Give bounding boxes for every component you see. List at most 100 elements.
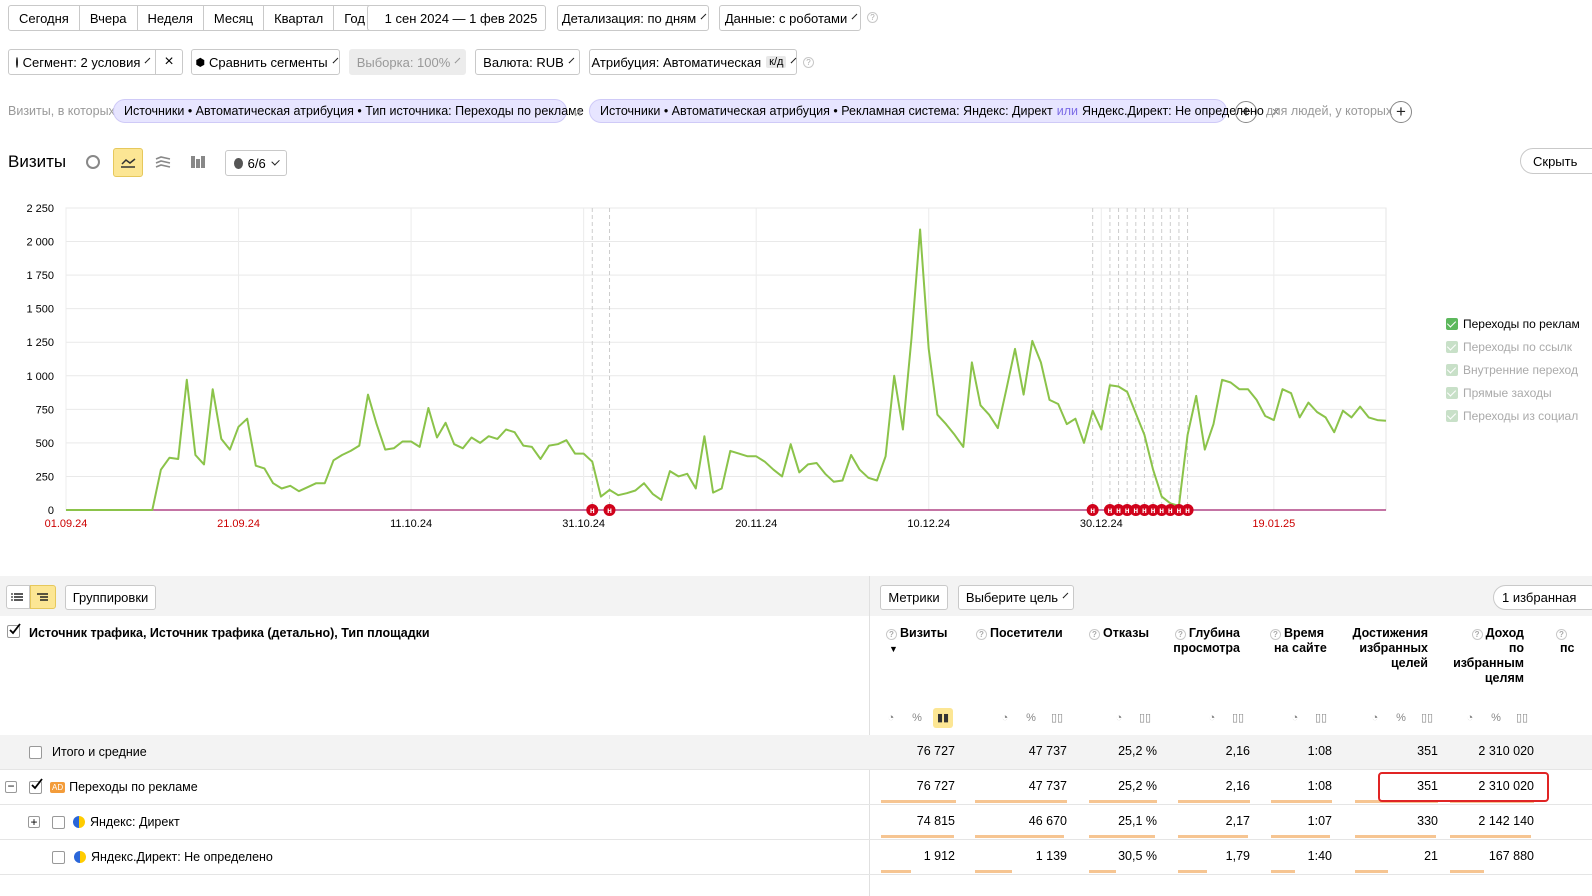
dimension-header[interactable]: Источник трафика, Источник трафика (дета… xyxy=(29,626,430,640)
bars-icon[interactable]: ▯▯ xyxy=(1512,708,1532,728)
favorites-button[interactable]: 1 избранная xyxy=(1493,585,1592,610)
period-quarter-button[interactable]: Квартал xyxy=(263,5,335,31)
cell-revenue: 2 310 020 xyxy=(1478,744,1534,758)
collapse-icon[interactable]: − xyxy=(5,780,17,793)
bars-icon[interactable]: ▯▯ xyxy=(1417,708,1437,728)
help-icon: ? xyxy=(1089,629,1100,640)
x-tick-label: 10.12.24 xyxy=(907,518,950,530)
legend-checkbox[interactable] xyxy=(1446,318,1458,330)
attribution-dropdown[interactable]: Атрибуция: Автоматическая к/д xyxy=(589,49,797,75)
row-checkbox[interactable] xyxy=(29,777,43,794)
legend-item[interactable]: Переходы из социал xyxy=(1446,409,1578,423)
row-checkbox[interactable] xyxy=(52,850,65,864)
legend-item[interactable]: Внутренние переход xyxy=(1446,363,1578,377)
y-tick-label: 750 xyxy=(36,404,54,416)
cell-bounce: 25,2 % xyxy=(1118,744,1157,758)
bars-icon[interactable]: ▯▯ xyxy=(1228,708,1248,728)
date-range-button[interactable]: 1 сен 2024 — 1 фев 2025 xyxy=(367,5,546,31)
y-tick-label: 1 500 xyxy=(26,304,54,316)
bars-icon[interactable]: ▯▯ xyxy=(1311,708,1331,728)
pie-icon[interactable]: ◔ xyxy=(995,708,1015,728)
y-tick-label: 500 xyxy=(36,438,54,450)
cell-goals: 351 xyxy=(1417,744,1438,758)
cell-bar xyxy=(975,835,1064,838)
hide-chart-button[interactable]: Скрыть xyxy=(1520,148,1592,174)
help-icon[interactable]: ? xyxy=(803,57,814,68)
col-visits-header[interactable]: ? Визиты ▼ xyxy=(886,626,958,657)
line-chart-button[interactable] xyxy=(113,148,143,177)
legend-item[interactable]: Прямые заходы xyxy=(1446,386,1552,400)
cell-bounce: 25,1 % xyxy=(1118,814,1157,828)
col-bounce-header[interactable]: ? Отказы xyxy=(1089,626,1159,641)
percent-icon[interactable]: % xyxy=(907,708,927,728)
metrics-button[interactable]: Метрики xyxy=(880,585,948,610)
cell-time: 1:07 xyxy=(1307,814,1332,828)
bars-icon[interactable]: ▯▯ xyxy=(1135,708,1155,728)
period-week-button[interactable]: Неделя xyxy=(136,5,204,31)
legend-checkbox[interactable] xyxy=(1446,387,1458,399)
expand-icon[interactable]: + xyxy=(28,816,40,828)
pie-icon[interactable]: ◔ xyxy=(1202,708,1222,728)
filter-chip-source-type[interactable]: Источники • Автоматическая атрибуция • Т… xyxy=(113,99,599,123)
bar-chart-icon[interactable] xyxy=(190,154,206,170)
row-checkbox[interactable] xyxy=(29,745,42,759)
percent-icon[interactable]: % xyxy=(1391,708,1411,728)
highlight-box xyxy=(1378,772,1549,802)
pie-chart-icon[interactable] xyxy=(86,155,100,169)
segment-dropdown[interactable]: Сегмент: 2 условия xyxy=(8,49,156,75)
cell-visitors: 47 737 xyxy=(1028,744,1067,758)
pie-icon[interactable]: ◔ xyxy=(1109,708,1129,728)
cell-depth: 2,16 xyxy=(1225,779,1250,793)
cell-depth: 2,16 xyxy=(1225,744,1250,758)
col-depth-header[interactable]: ? Глубина просмотра xyxy=(1170,626,1240,656)
col-time-header[interactable]: ? Время на сайте xyxy=(1270,626,1330,656)
filter-chip-label: Источники • Автоматическая атрибуция • Т… xyxy=(124,104,584,118)
period-yesterday-button[interactable]: Вчера xyxy=(78,5,138,31)
area-chart-icon[interactable] xyxy=(155,154,171,170)
legend-checkbox[interactable] xyxy=(1446,410,1458,422)
period-today-button[interactable]: Сегодня xyxy=(8,5,80,31)
legend-checkbox[interactable] xyxy=(1446,364,1458,376)
segment-clear-button[interactable]: × xyxy=(155,49,183,75)
cell-bar xyxy=(1355,870,1388,873)
chevron-down-icon xyxy=(851,13,858,19)
legend-item[interactable]: Переходы по ссылк xyxy=(1446,340,1572,354)
help-icon: ? xyxy=(1270,629,1281,640)
pie-icon[interactable]: ◔ xyxy=(1460,708,1480,728)
row-checkbox[interactable] xyxy=(52,815,65,829)
currency-dropdown[interactable]: Валюта: RUB xyxy=(475,49,580,75)
annotation-marker-label: н xyxy=(607,506,612,515)
filter-chip-ad-system[interactable]: Источники • Автоматическая атрибуция • Р… xyxy=(589,99,1279,123)
detail-dropdown[interactable]: Детализация: по дням xyxy=(557,5,709,31)
pie-icon[interactable]: ◔ xyxy=(1285,708,1305,728)
period-month-button[interactable]: Месяц xyxy=(202,5,265,31)
col-visitors-header[interactable]: ? Посетители xyxy=(976,626,1066,641)
data-mode-dropdown[interactable]: Данные: с роботами xyxy=(719,5,861,31)
annotation-marker-label: н xyxy=(1116,506,1121,515)
add-filter-button[interactable]: + xyxy=(1235,101,1257,123)
row-label: Итого и средние xyxy=(52,745,147,759)
col-revenue-header[interactable]: ? Доход по избранным целям xyxy=(1446,626,1524,686)
add-people-filter-button[interactable]: + xyxy=(1390,101,1412,123)
pie-icon[interactable]: ◔ xyxy=(881,708,901,728)
col-extra-header[interactable]: ? пс xyxy=(1556,626,1592,656)
legend-checkbox[interactable] xyxy=(1446,341,1458,353)
comments-dropdown[interactable]: 6/6 xyxy=(225,150,287,176)
dimension-checkbox[interactable] xyxy=(7,623,21,638)
tree-view-button[interactable] xyxy=(30,585,56,609)
sample-dropdown[interactable]: Выборка: 100% xyxy=(349,49,466,75)
pie-icon[interactable]: ◔ xyxy=(1365,708,1385,728)
comment-icon xyxy=(234,157,243,169)
groupings-button[interactable]: Группировки xyxy=(65,585,156,610)
compare-segments-dropdown[interactable]: ⬢ Сравнить сегменты xyxy=(191,49,340,75)
help-icon[interactable]: ? xyxy=(867,12,878,23)
cell-bar xyxy=(1178,835,1248,838)
col-goals-header[interactable]: Достижения избранных целей xyxy=(1346,626,1428,671)
list-view-button[interactable] xyxy=(6,585,30,609)
percent-icon[interactable]: % xyxy=(1486,708,1506,728)
bars-icon[interactable]: ▮▮ xyxy=(933,708,953,728)
legend-item[interactable]: Переходы по реклам xyxy=(1446,317,1580,331)
goal-dropdown[interactable]: Выберите цель xyxy=(958,585,1074,610)
bars-icon[interactable]: ▯▯ xyxy=(1047,708,1067,728)
percent-icon[interactable]: % xyxy=(1021,708,1041,728)
